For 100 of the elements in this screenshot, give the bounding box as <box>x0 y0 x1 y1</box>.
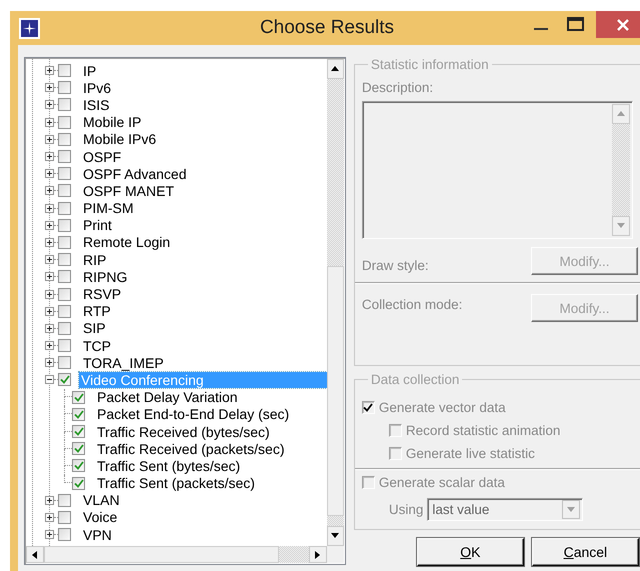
arrow-up-icon <box>331 65 340 73</box>
maximize-icon <box>566 17 584 31</box>
tree-item[interactable]: TCP <box>81 338 113 354</box>
tree-item[interactable]: Traffic Received (packets/sec) <box>95 440 287 457</box>
checkbox[interactable] <box>58 373 71 386</box>
expand-icon[interactable] <box>45 66 54 76</box>
expand-icon[interactable] <box>45 290 54 299</box>
expand-icon[interactable] <box>45 324 54 333</box>
checkbox[interactable] <box>58 167 71 180</box>
expand-icon[interactable] <box>45 530 54 540</box>
collapse-icon[interactable] <box>45 375 54 384</box>
checkbox[interactable] <box>58 510 71 524</box>
expand-icon[interactable] <box>45 186 54 196</box>
checkbox[interactable] <box>58 132 71 146</box>
tree-item[interactable]: TORA_IMEP <box>81 354 166 371</box>
tree-item[interactable]: Voice <box>81 509 120 526</box>
expand-icon[interactable] <box>45 358 54 368</box>
arrow-down-icon <box>616 222 625 230</box>
minimize-icon <box>534 28 548 30</box>
checkbox[interactable] <box>72 442 85 456</box>
checkbox-label: Generate scalar data <box>378 475 505 490</box>
tree-item[interactable]: IPv6 <box>81 80 114 96</box>
checkbox[interactable] <box>72 425 85 438</box>
expand-icon[interactable] <box>45 238 54 247</box>
tree-item[interactable]: OSPF MANET <box>81 182 176 199</box>
scrollbar-track[interactable] <box>326 516 344 526</box>
expand-icon[interactable] <box>45 272 54 282</box>
expand-icon[interactable] <box>45 152 54 162</box>
arrow-down-icon <box>567 506 576 514</box>
expand-icon[interactable] <box>45 306 54 316</box>
scrollbar-thumb[interactable] <box>44 546 280 563</box>
tree-item[interactable]: RIP <box>81 252 108 268</box>
checkbox[interactable] <box>58 528 71 542</box>
cancel-button[interactable]: Cancel <box>532 538 639 566</box>
group-title: Data collection <box>370 372 460 387</box>
checkbox[interactable] <box>72 476 85 490</box>
tree-item[interactable]: PIM-SM <box>81 200 136 216</box>
expand-icon[interactable] <box>45 118 54 127</box>
tree-item[interactable]: ISIS <box>81 96 112 113</box>
scroll-up-button[interactable] <box>326 59 344 79</box>
checkbox[interactable] <box>58 253 71 266</box>
checkbox[interactable] <box>58 236 71 249</box>
description-field[interactable] <box>362 101 633 239</box>
expand-icon[interactable] <box>45 204 54 213</box>
scroll-down-button[interactable] <box>326 526 344 546</box>
checkbox[interactable] <box>58 288 71 301</box>
tree-item[interactable]: IP <box>81 62 98 79</box>
tree-item[interactable]: SIP <box>81 320 108 336</box>
expand-icon[interactable] <box>45 169 54 178</box>
tree-item[interactable]: VLAN <box>81 492 122 508</box>
scroll-right-button[interactable] <box>308 546 327 563</box>
tree-item[interactable]: Packet End-to-End Delay (sec) <box>95 406 292 422</box>
checkbox[interactable] <box>58 202 71 215</box>
tree-item[interactable]: RIPNG <box>81 268 130 285</box>
checkbox[interactable] <box>72 459 85 472</box>
tree-item[interactable]: Packet Delay Variation <box>95 389 240 406</box>
expand-icon[interactable] <box>45 496 54 505</box>
checkbox[interactable] <box>58 64 71 78</box>
tree-item[interactable]: OSPF <box>81 148 124 165</box>
checkbox[interactable] <box>72 390 85 404</box>
checkbox[interactable] <box>58 270 71 284</box>
checkbox[interactable] <box>58 356 71 370</box>
close-button[interactable] <box>596 11 640 38</box>
expand-icon[interactable] <box>45 341 54 350</box>
expand-icon[interactable] <box>45 83 54 92</box>
checkbox[interactable] <box>58 494 71 507</box>
ok-button[interactable]: OK <box>416 538 524 566</box>
checkbox[interactable] <box>58 98 71 112</box>
checkbox[interactable] <box>58 218 71 232</box>
scrollbar-thumb[interactable] <box>326 266 344 516</box>
arrow-left-icon <box>31 550 39 558</box>
tree-item[interactable]: RTP <box>81 303 113 320</box>
draw-style-label: Draw style: <box>362 258 429 272</box>
checkbox[interactable] <box>58 81 71 94</box>
expand-icon[interactable] <box>45 134 54 144</box>
tree-item[interactable]: Mobile IPv6 <box>81 131 158 148</box>
expand-icon[interactable] <box>45 255 54 264</box>
tree-item[interactable]: OSPF Advanced <box>81 166 189 182</box>
tree-item[interactable]: RSVP <box>81 286 124 302</box>
group-title: Statistic information <box>370 57 490 72</box>
checkbox[interactable] <box>58 184 71 198</box>
tree-item[interactable]: Traffic Sent (packets/sec) <box>95 475 257 492</box>
expand-icon[interactable] <box>45 100 54 110</box>
tree-item[interactable]: Remote Login <box>81 234 172 250</box>
tree-item[interactable]: VPN <box>81 526 114 543</box>
checkbox[interactable] <box>58 339 71 352</box>
checkbox[interactable] <box>58 150 71 164</box>
tree-item[interactable]: Mobile IP <box>81 114 144 130</box>
checkbox[interactable] <box>58 116 71 129</box>
checkbox[interactable] <box>72 408 85 421</box>
expand-icon[interactable] <box>45 220 54 230</box>
checkbox[interactable] <box>58 322 71 335</box>
window-title: Choose Results <box>258 17 396 39</box>
tree-item[interactable]: Traffic Sent (bytes/sec) <box>95 458 242 474</box>
tree-item[interactable]: Print <box>81 217 114 234</box>
scroll-left-button[interactable] <box>26 546 44 563</box>
expand-icon[interactable] <box>45 512 54 522</box>
arrow-up-icon <box>616 110 625 118</box>
tree-item[interactable]: Traffic Received (bytes/sec) <box>95 424 272 440</box>
checkbox[interactable] <box>58 304 71 318</box>
